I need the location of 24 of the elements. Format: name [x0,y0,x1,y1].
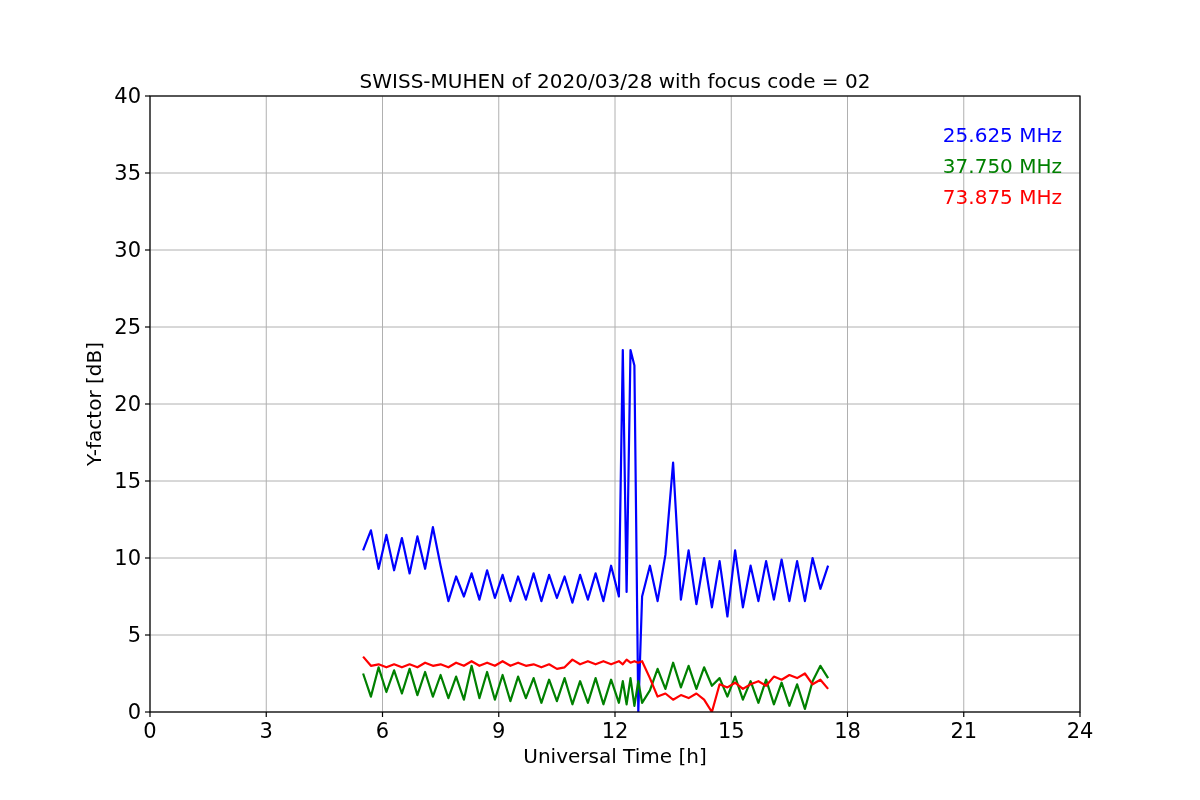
tick-label: 6 [375,719,390,743]
legend-label: 37.750 MHz [942,154,1062,178]
legend-label: 25.625 MHz [942,123,1062,147]
tick-label: 30 [114,238,141,262]
tick-label: 25 [114,315,141,339]
tick-label: 0 [127,700,141,724]
axis-label: Y-factor [dB] [82,342,106,466]
axis-label: Universal Time [h] [523,744,707,768]
tick-label: 3 [259,719,273,743]
tick-label: 21 [950,719,978,743]
tick-label: 12 [601,719,629,743]
tick-label: 20 [114,392,141,416]
tick-label: 10 [114,546,141,570]
tick-label: 0 [143,719,157,743]
legend-label: 73.875 MHz [942,185,1062,209]
tick-label: 15 [717,719,745,743]
chart-title: SWISS-MUHEN of 2020/03/28 with focus code = 02 [359,69,871,93]
tick-label: 24 [1066,719,1094,743]
tick-label: 18 [834,719,861,743]
tick-label: 9 [492,719,506,743]
tick-label: 15 [114,469,141,493]
tick-label: 40 [114,84,141,108]
tick-label: 35 [114,161,141,185]
tick-label: 5 [127,623,141,647]
